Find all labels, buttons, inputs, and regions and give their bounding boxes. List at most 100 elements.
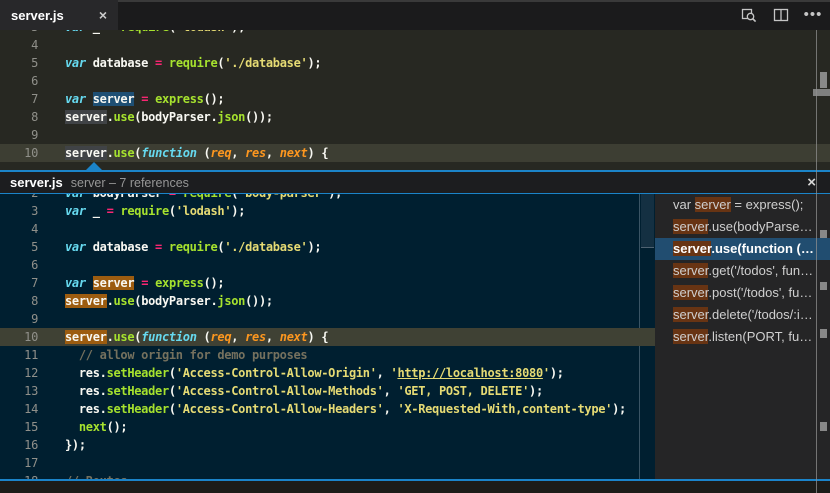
reference-text: var <box>673 197 695 212</box>
editor-actions: ••• <box>740 0 822 30</box>
match-highlight: server <box>673 285 709 300</box>
reference-item[interactable]: server.use(function (req, res, next) { <box>655 238 830 260</box>
match-highlight: server <box>65 294 107 308</box>
code-line[interactable]: 9 <box>0 126 830 144</box>
code-line[interactable]: 17 <box>0 454 655 472</box>
line-number: 4 <box>31 38 38 52</box>
code-line[interactable]: 5 var database = require('./database'); <box>0 238 655 256</box>
code-line[interactable]: 8 server.use(bodyParser.json()); <box>0 292 655 310</box>
match-highlight: server <box>65 110 107 124</box>
tab-server-js[interactable]: server.js × <box>0 0 118 30</box>
overview-ruler[interactable] <box>813 30 830 493</box>
peek-header: server.js server – 7 references × <box>0 172 830 193</box>
reference-item[interactable]: var server = express(); <box>655 194 830 216</box>
line-number: 8 <box>31 294 38 308</box>
reference-item[interactable]: server.delete('/todos/:id', function (re… <box>655 304 830 326</box>
line-number: 15 <box>24 420 38 434</box>
overview-marker <box>820 422 827 431</box>
code-line[interactable]: 4 <box>0 220 655 238</box>
editor-below-peek <box>0 481 830 493</box>
reference-item[interactable]: server.listen(PORT, function () { <box>655 326 830 348</box>
code-line[interactable]: 7 var server = express(); <box>0 90 830 108</box>
code-line[interactable]: 6 <box>0 72 830 90</box>
tab-label: server.js <box>11 7 64 23</box>
reference-item[interactable]: server.use(bodyParser.json()); <box>655 216 830 238</box>
vscode-window: server.js × ••• 3var _ = require('lodash <box>0 0 830 493</box>
match-highlight: server <box>673 241 712 256</box>
match-highlight: server <box>65 330 107 344</box>
overview-marker <box>820 230 827 238</box>
main-editor[interactable]: 3var _ = require('lodash');45var databas… <box>0 30 830 170</box>
reference-item[interactable]: server.post('/todos', function (req, res… <box>655 282 830 304</box>
code-line[interactable]: 14 res.setHeader('Access-Control-Allow-H… <box>0 400 655 418</box>
code-line[interactable]: 10 server.use(function (req, res, next) { <box>0 328 655 346</box>
line-number: 2 <box>0 194 38 202</box>
peek-editor[interactable]: 2var bodyParser = require('body-parser')… <box>0 194 655 479</box>
line-number: 11 <box>24 348 38 362</box>
close-tab-icon[interactable]: × <box>99 8 107 22</box>
line-number: 6 <box>31 258 38 272</box>
code-line[interactable]: 15 next(); <box>0 418 655 436</box>
peek-body: 2var bodyParser = require('body-parser')… <box>0 194 830 479</box>
reference-text: .delete('/todos/:id', function (req, res… <box>708 307 830 322</box>
code-line[interactable]: 16}); <box>0 436 655 454</box>
match-highlight: server <box>65 146 107 160</box>
line-number: 14 <box>24 402 38 416</box>
code-line[interactable]: 2var bodyParser = require('body-parser')… <box>0 194 655 202</box>
match-highlight: server <box>92 92 135 106</box>
close-peek-icon[interactable]: × <box>807 174 816 191</box>
overview-marker <box>820 72 827 88</box>
code-line[interactable]: 4 <box>0 36 830 54</box>
reference-item[interactable]: server.get('/todos', function (req, res)… <box>655 260 830 282</box>
code-line[interactable]: 7 var server = express(); <box>0 274 655 292</box>
code-line[interactable]: 13 res.setHeader('Access-Control-Allow-M… <box>0 382 655 400</box>
references-list[interactable]: var server = express(); server.use(bodyPa… <box>655 194 830 479</box>
code-line[interactable]: 10 server.use(function (req, res, next) { <box>0 144 830 162</box>
reference-text: .use(bodyParser.json()); <box>708 219 830 234</box>
overview-marker <box>820 282 827 290</box>
line-number: 12 <box>24 366 38 380</box>
match-highlight: server <box>694 197 731 212</box>
match-highlight: server <box>673 307 709 322</box>
code-line[interactable]: 8 server.use(bodyParser.json()); <box>0 108 830 126</box>
line-number: 17 <box>24 456 38 470</box>
line-number: 7 <box>31 92 38 106</box>
peek-arrow <box>86 162 102 170</box>
match-highlight: server <box>673 219 709 234</box>
match-highlight: server <box>92 276 135 290</box>
peek-title-meta: server – 7 references <box>70 175 189 190</box>
line-number: 13 <box>24 384 38 398</box>
peek-widget: server.js server – 7 references × 2var b… <box>0 162 830 481</box>
line-number: 9 <box>31 128 38 142</box>
tab-bar: server.js × ••• <box>0 0 830 30</box>
code-line[interactable]: 3var _ = require('lodash'); <box>0 202 655 220</box>
reference-text: .use(function (req, res, next) { <box>711 241 830 256</box>
line-number: 10 <box>24 146 38 160</box>
reference-text: = express(); <box>730 197 804 212</box>
line-number: 8 <box>31 110 38 124</box>
code-line[interactable]: 12 res.setHeader('Access-Control-Allow-O… <box>0 364 655 382</box>
line-number: 7 <box>31 276 38 290</box>
code-line[interactable]: 5 var database = require('./database'); <box>0 54 830 72</box>
match-highlight: server <box>673 329 709 344</box>
open-preview-icon[interactable] <box>740 6 758 24</box>
line-number: 5 <box>31 240 38 254</box>
line-number: 3 <box>31 204 38 218</box>
code-line[interactable]: 11 // allow origin for demo purposes <box>0 346 655 364</box>
line-number: 5 <box>31 56 38 70</box>
overview-scrollbar-slider[interactable] <box>813 89 830 96</box>
code-line[interactable]: 6 <box>0 256 655 274</box>
line-number: 10 <box>24 330 38 344</box>
line-number: 9 <box>31 312 38 326</box>
reference-text: .listen(PORT, function () { <box>708 329 830 344</box>
line-number: 18 <box>0 472 38 479</box>
line-number: 16 <box>24 438 38 452</box>
code-line[interactable]: 18// Routes <box>0 472 655 479</box>
more-actions-icon[interactable]: ••• <box>804 6 822 24</box>
split-editor-icon[interactable] <box>772 6 790 24</box>
code-line[interactable]: 9 <box>0 310 655 328</box>
line-number: 4 <box>31 222 38 236</box>
reference-text: .post('/todos', function (req, res) { <box>708 285 830 300</box>
line-number: 6 <box>31 74 38 88</box>
peek-editor-scrollbar[interactable] <box>641 194 654 248</box>
